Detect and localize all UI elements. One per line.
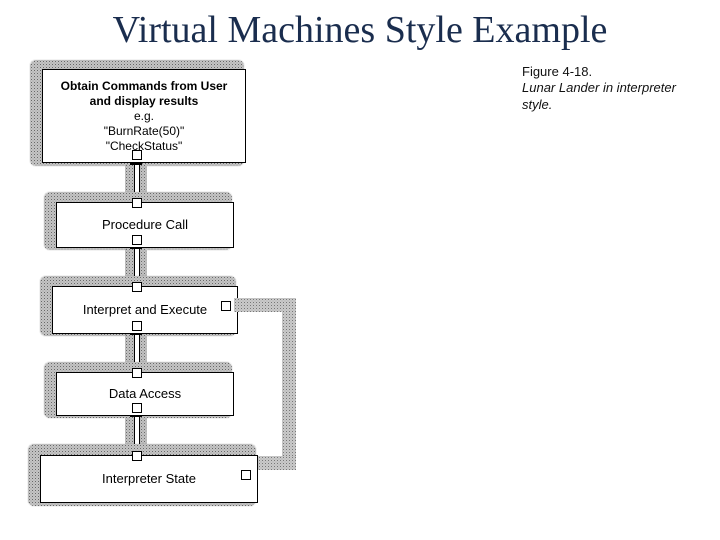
diagram: Obtain Commands from User and display re… (0, 60, 720, 540)
node1-l2: and display results (61, 94, 228, 109)
conn-loop-h2 (252, 456, 296, 470)
node-interpret-execute: Interpret and Execute (52, 286, 238, 334)
node3-label: Interpret and Execute (83, 302, 207, 318)
node2-label: Procedure Call (102, 217, 188, 233)
port-n2-top (132, 198, 142, 208)
port-n1-bottom (132, 150, 142, 160)
port-n3-bottom (132, 321, 142, 331)
port-n2-bottom (132, 235, 142, 245)
node-data-access: Data Access (56, 372, 234, 416)
node1-l5: "CheckStatus" (61, 139, 228, 154)
conn-4-5 (125, 416, 147, 446)
node1-l3: e.g. (61, 109, 228, 124)
port-n3-top (132, 282, 142, 292)
node-interpreter-state: Interpreter State (40, 455, 258, 503)
node4-label: Data Access (109, 386, 181, 402)
node-obtain-commands: Obtain Commands from User and display re… (42, 69, 246, 163)
port-n3-right (221, 301, 231, 311)
node1-l4: "BurnRate(50)" (61, 124, 228, 139)
node-procedure-call: Procedure Call (56, 202, 234, 248)
conn-loop-v (282, 298, 296, 470)
conn-1-2 (125, 164, 147, 194)
port-n4-bottom (132, 403, 142, 413)
conn-3-4 (125, 334, 147, 364)
node5-label: Interpreter State (102, 471, 196, 487)
slide-title: Virtual Machines Style Example (0, 8, 720, 52)
port-n5-right (241, 470, 251, 480)
conn-2-3 (125, 248, 147, 278)
port-n5-top (132, 451, 142, 461)
node1-l1: Obtain Commands from User (61, 79, 228, 94)
port-n4-top (132, 368, 142, 378)
